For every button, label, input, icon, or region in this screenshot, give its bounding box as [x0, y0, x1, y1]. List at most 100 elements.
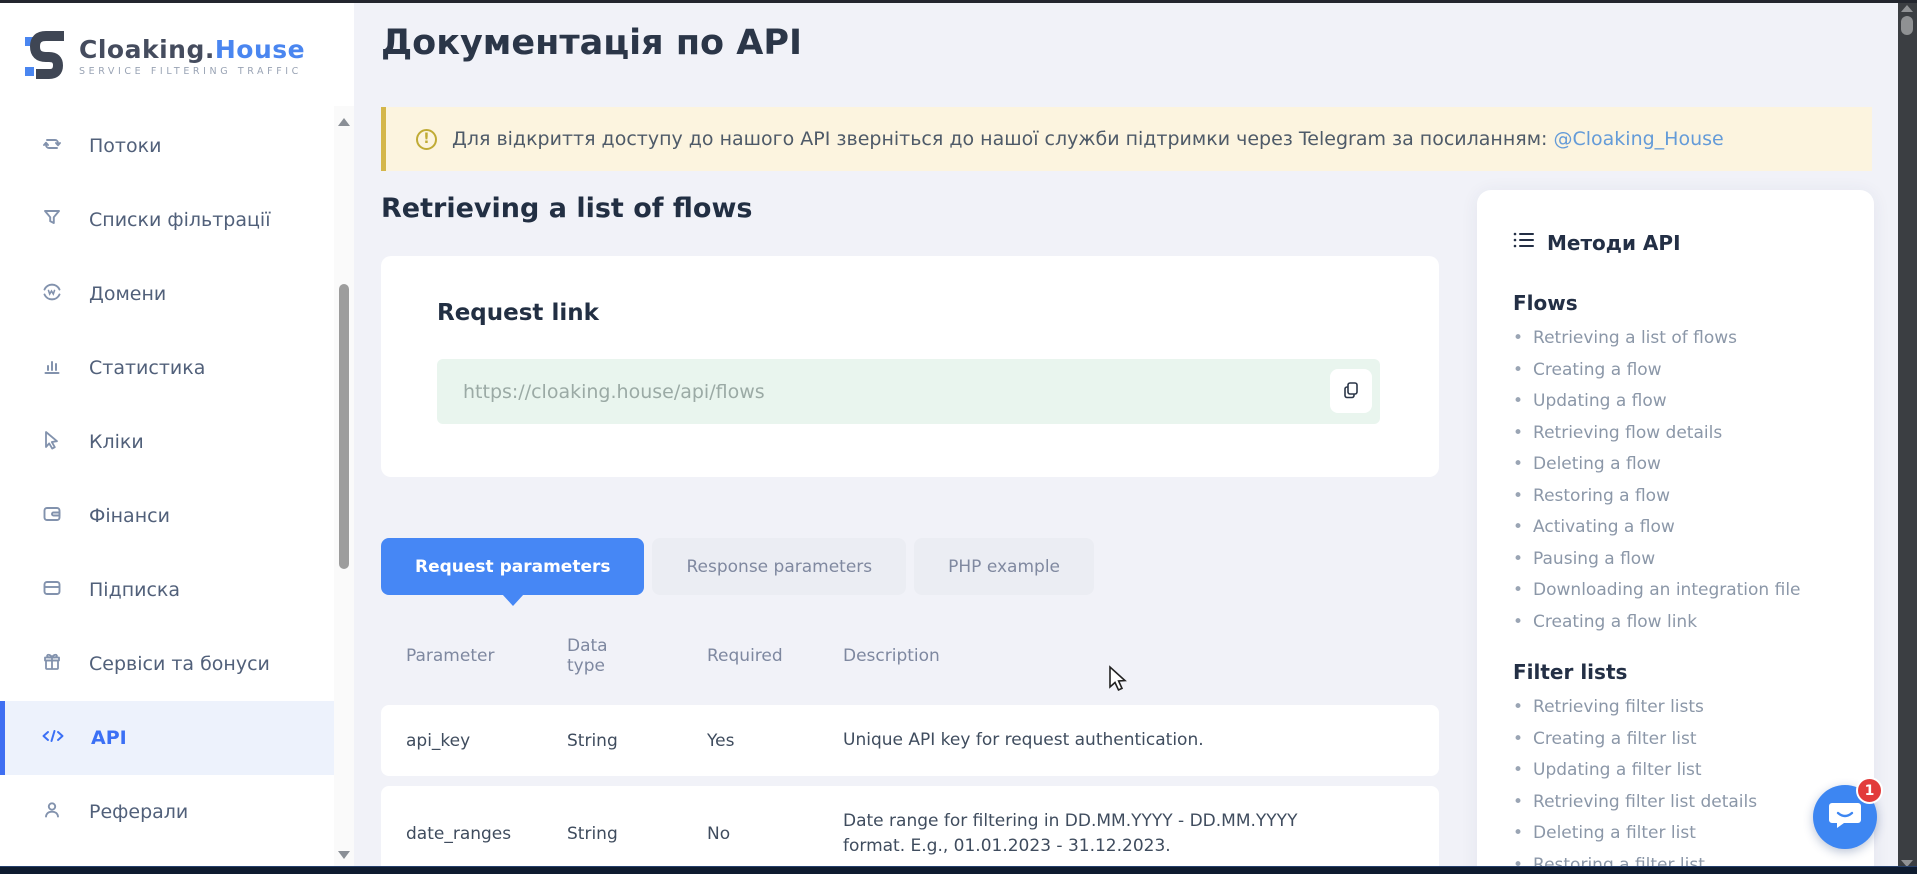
- logo-icon: [24, 29, 68, 83]
- main-content: Документація по API ! Для відкриття дост…: [354, 3, 1898, 866]
- list-item: •Creating a flow: [1513, 355, 1854, 387]
- tab-php-example[interactable]: PHP example: [914, 538, 1094, 595]
- sidebar-scroll-down-arrow[interactable]: [338, 851, 350, 859]
- list-item: •Creating a filter list: [1513, 724, 1854, 756]
- method-link[interactable]: Creating a flow: [1533, 355, 1662, 387]
- sidebar-item-finance[interactable]: Фінанси: [0, 479, 354, 553]
- method-link[interactable]: Creating a filter list: [1533, 724, 1696, 756]
- list-icon: [1513, 230, 1535, 255]
- cell-data-type: String: [567, 731, 707, 751]
- method-link[interactable]: Updating a flow: [1533, 386, 1667, 418]
- sidebar-nav: Потоки Списки фільтрації Домени Статисти…: [0, 109, 354, 849]
- copy-url-button[interactable]: [1330, 369, 1372, 413]
- method-link[interactable]: Deleting a flow: [1533, 449, 1661, 481]
- flows-method-list: •Retrieving a list of flows •Creating a …: [1513, 323, 1854, 638]
- sidebar-scrollbar[interactable]: [334, 106, 354, 869]
- domain-globe-icon: [40, 280, 64, 308]
- sidebar-item-domains[interactable]: Домени: [0, 257, 354, 331]
- support-chat-button[interactable]: 1: [1813, 785, 1877, 849]
- page-scrollbar[interactable]: [1898, 0, 1917, 874]
- list-item: •Updating a flow: [1513, 386, 1854, 418]
- finance-wallet-icon: [40, 502, 64, 530]
- table-row: date_ranges String No Date range for fil…: [381, 786, 1439, 866]
- request-url-value: https://cloaking.house/api/flows: [463, 381, 765, 403]
- tab-request-parameters[interactable]: Request parameters: [381, 538, 644, 595]
- logo-text: Cloaking.House SERVICE FILTERING TRAFFIC: [79, 35, 305, 77]
- sidebar: Cloaking.House SERVICE FILTERING TRAFFIC…: [0, 3, 354, 866]
- method-link[interactable]: Retrieving flow details: [1533, 418, 1722, 450]
- sidebar-item-clicks[interactable]: Кліки: [0, 405, 354, 479]
- list-item: •Retrieving filter lists: [1513, 692, 1854, 724]
- list-item: •Retrieving filter list details: [1513, 787, 1854, 819]
- method-link[interactable]: Retrieving filter lists: [1533, 692, 1704, 724]
- list-item: •Restoring a filter list: [1513, 850, 1854, 867]
- column-header-required: Required: [707, 646, 843, 666]
- info-icon: !: [416, 129, 437, 150]
- referrals-person-icon: [40, 798, 64, 826]
- statistics-bars-icon: [40, 354, 64, 382]
- sidebar-item-api[interactable]: API: [0, 701, 354, 775]
- list-item: •Creating a flow link: [1513, 607, 1854, 639]
- list-item: •Downloading an integration file: [1513, 575, 1854, 607]
- list-item: •Deleting a filter list: [1513, 818, 1854, 850]
- method-link[interactable]: Deleting a filter list: [1533, 818, 1696, 850]
- gift-icon: [40, 650, 64, 678]
- table-row: api_key String Yes Unique API key for re…: [381, 705, 1439, 776]
- parameters-table-header: Parameter Data type Required Description: [381, 617, 1439, 695]
- logo-tagline: SERVICE FILTERING TRAFFIC: [79, 66, 305, 77]
- filter-lists-method-list: •Retrieving filter lists •Creating a fil…: [1513, 692, 1854, 866]
- chat-notification-badge: 1: [1856, 777, 1883, 804]
- cell-parameter: api_key: [406, 731, 567, 751]
- list-item: •Deleting a flow: [1513, 449, 1854, 481]
- method-link[interactable]: Downloading an integration file: [1533, 575, 1800, 607]
- list-item: •Restoring a flow: [1513, 481, 1854, 513]
- api-access-banner: ! Для відкриття доступу до нашого API зв…: [381, 107, 1872, 171]
- methods-group-flows: Flows: [1513, 291, 1854, 315]
- method-link[interactable]: Activating a flow: [1533, 512, 1675, 544]
- request-link-title: Request link: [437, 300, 599, 326]
- page-scroll-up-arrow[interactable]: [1901, 5, 1913, 12]
- request-link-card: Request link https://cloaking.house/api/…: [381, 256, 1439, 477]
- request-url-field[interactable]: https://cloaking.house/api/flows: [437, 359, 1380, 424]
- telegram-link[interactable]: @Cloaking_House: [1553, 128, 1723, 150]
- window-top-edge: [0, 0, 1917, 3]
- sidebar-item-referrals[interactable]: Реферали: [0, 775, 354, 849]
- section-title: Retrieving a list of flows: [381, 193, 752, 224]
- banner-text: Для відкриття доступу до нашого API звер…: [452, 128, 1724, 150]
- methods-panel-title: Методи API: [1547, 231, 1681, 255]
- api-code-icon: [40, 724, 66, 752]
- tab-response-parameters[interactable]: Response parameters: [652, 538, 906, 595]
- sidebar-scroll-up-arrow[interactable]: [338, 118, 350, 126]
- list-item: •Retrieving flow details: [1513, 418, 1854, 450]
- list-item: •Activating a flow: [1513, 512, 1854, 544]
- sidebar-scrollbar-thumb[interactable]: [339, 284, 349, 569]
- subscription-card-icon: [40, 576, 64, 604]
- method-link[interactable]: Restoring a flow: [1533, 481, 1670, 513]
- flows-cycle-icon: [40, 132, 64, 160]
- method-link[interactable]: Retrieving a list of flows: [1533, 323, 1737, 355]
- sidebar-item-subscription[interactable]: Підписка: [0, 553, 354, 627]
- method-link[interactable]: Retrieving filter list details: [1533, 787, 1757, 819]
- clicks-cursor-icon: [40, 428, 64, 456]
- method-link[interactable]: Restoring a filter list: [1533, 850, 1705, 867]
- app-logo[interactable]: Cloaking.House SERVICE FILTERING TRAFFIC: [24, 29, 305, 83]
- copy-icon: [1342, 381, 1360, 402]
- sidebar-item-services-bonuses[interactable]: Сервіси та бонуси: [0, 627, 354, 701]
- cell-required: No: [707, 824, 843, 844]
- methods-panel-header: Методи API: [1513, 230, 1854, 255]
- cell-description: Unique API key for request authenticatio…: [843, 718, 1348, 763]
- column-header-parameter: Parameter: [406, 646, 567, 666]
- sidebar-item-statistics[interactable]: Статистика: [0, 331, 354, 405]
- method-link[interactable]: Pausing a flow: [1533, 544, 1655, 576]
- api-methods-panel: Методи API Flows •Retrieving a list of f…: [1477, 190, 1874, 866]
- sidebar-item-filter-lists[interactable]: Списки фільтрації: [0, 183, 354, 257]
- list-item: •Updating a filter list: [1513, 755, 1854, 787]
- column-header-data-type: Data type: [567, 636, 627, 676]
- cell-parameter: date_ranges: [406, 824, 567, 844]
- method-link[interactable]: Updating a filter list: [1533, 755, 1702, 787]
- methods-group-filter-lists: Filter lists: [1513, 660, 1854, 684]
- sidebar-item-flows[interactable]: Потоки: [0, 109, 354, 183]
- page-scrollbar-thumb[interactable]: [1901, 16, 1913, 35]
- method-link[interactable]: Creating a flow link: [1533, 607, 1697, 639]
- chat-bubble-icon: [1828, 799, 1862, 835]
